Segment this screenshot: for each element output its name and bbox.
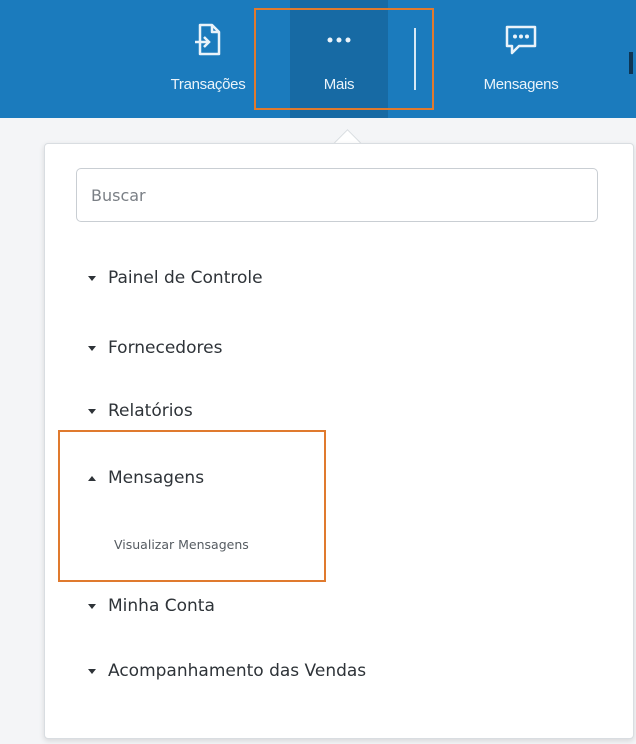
submenu-item-visualizar-mensagens[interactable]: Visualizar Mensagens bbox=[114, 537, 249, 552]
nav-overflow-edge bbox=[629, 52, 633, 74]
search-input[interactable] bbox=[76, 168, 598, 222]
nav-divider bbox=[414, 28, 416, 90]
chevron-up-icon bbox=[88, 475, 96, 481]
menu-item-mensagens[interactable]: Mensagens bbox=[88, 468, 204, 488]
nav-mensagens-label: Mensagens bbox=[483, 76, 559, 93]
chat-bubble-icon bbox=[499, 20, 543, 60]
menu-item-label: Acompanhamento das Vendas bbox=[108, 661, 367, 681]
menu-item-label: Fornecedores bbox=[108, 338, 223, 358]
menu-item-label: Relatórios bbox=[108, 401, 193, 421]
menu-item-fornecedores[interactable]: Fornecedores bbox=[88, 338, 222, 358]
menu-item-relatorios[interactable]: Relatórios bbox=[88, 401, 193, 421]
menu-item-minha-conta[interactable]: Minha Conta bbox=[88, 596, 215, 616]
nav-transacoes[interactable]: Transações bbox=[150, 0, 266, 118]
chevron-down-icon bbox=[88, 668, 96, 674]
chevron-down-icon bbox=[88, 275, 96, 281]
menu-item-label: Mensagens bbox=[108, 468, 205, 488]
menu-item-painel-de-controle[interactable]: Painel de Controle bbox=[88, 268, 263, 288]
chevron-down-icon bbox=[88, 345, 96, 351]
more-dots-icon bbox=[317, 20, 361, 60]
nav-mais-label: Mais bbox=[323, 76, 355, 93]
chevron-down-icon bbox=[88, 408, 96, 414]
nav-transacoes-label: Transações bbox=[170, 76, 246, 93]
dropdown-menu-panel bbox=[44, 143, 634, 739]
menu-item-acompanhamento-das-vendas[interactable]: Acompanhamento das Vendas bbox=[88, 661, 366, 681]
menu-item-label: Painel de Controle bbox=[108, 268, 263, 288]
nav-mais[interactable]: Mais bbox=[290, 0, 388, 118]
nav-mensagens[interactable]: Mensagens bbox=[456, 0, 586, 118]
document-arrow-icon bbox=[186, 20, 230, 60]
chevron-down-icon bbox=[88, 603, 96, 609]
top-navigation-bar: Transações Mais Mensagens bbox=[0, 0, 636, 118]
menu-item-label: Minha Conta bbox=[108, 596, 215, 616]
